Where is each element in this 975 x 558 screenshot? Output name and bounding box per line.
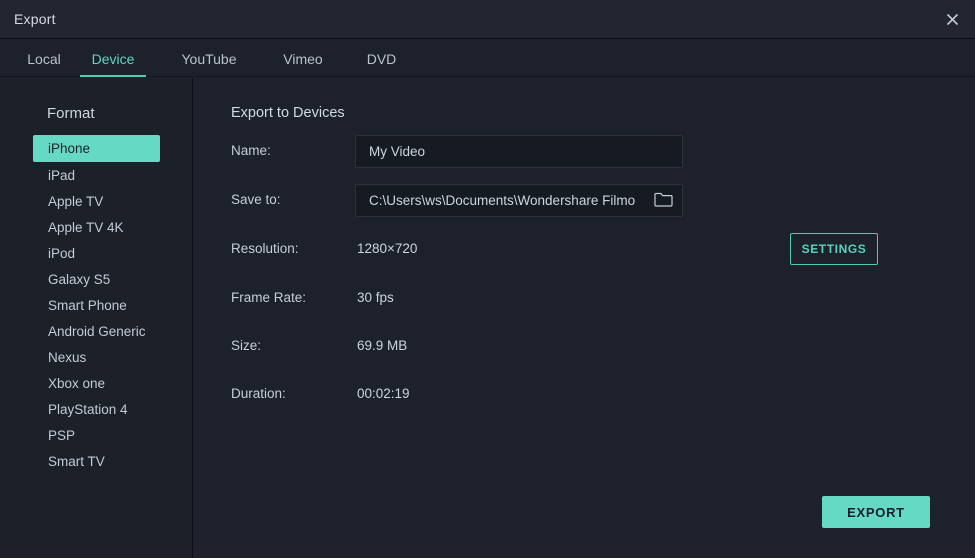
format-item-nexus[interactable]: Nexus [0,344,192,370]
format-item-xbox-one[interactable]: Xbox one [0,370,192,396]
tab-vimeo[interactable]: Vimeo [268,40,338,77]
size-label: Size: [231,338,261,353]
settings-button[interactable]: SETTINGS [790,233,878,265]
frame-rate-row: Frame Rate: 30 fps [194,282,975,316]
export-dialog: Export LocalDevice YouTube Vimeo DVD Format… [0,0,975,558]
format-item-android-generic[interactable]: Android Generic [0,318,192,344]
export-button[interactable]: EXPORT [822,496,930,528]
folder-icon[interactable] [654,191,674,210]
name-input-value: My Video [369,144,654,159]
format-list: iPhoneiPadApple TVApple TV 4KiPodGalaxy … [0,135,192,474]
save-to-input-value: C:\Users\ws\Documents\Wondershare Filmo [369,193,654,208]
tab-dvd[interactable]: DVD [352,40,411,77]
format-item-ipad[interactable]: iPad [0,162,192,188]
name-label: Name: [231,143,271,158]
close-icon[interactable] [929,0,975,38]
format-item-apple-tv[interactable]: Apple TV [0,188,192,214]
duration-row: Duration: 00:02:19 [194,378,975,412]
format-item-apple-tv-4k[interactable]: Apple TV 4K [0,214,192,240]
format-item-ipod[interactable]: iPod [0,240,192,266]
save-to-input[interactable]: C:\Users\ws\Documents\Wondershare Filmo [355,184,683,217]
size-row: Size: 69.9 MB [194,330,975,364]
resolution-row: Resolution: 1280×720 SETTINGS [194,233,975,267]
tab-youtube[interactable]: YouTube [168,40,250,77]
duration-value: 00:02:19 [357,386,410,401]
name-input[interactable]: My Video [355,135,683,168]
duration-label: Duration: [231,386,286,401]
name-row: Name: My Video [194,135,975,169]
format-item-smart-phone[interactable]: Smart Phone [0,292,192,318]
title-bar: Export [0,0,975,39]
frame-rate-label: Frame Rate: [231,290,306,305]
format-item-playstation-4[interactable]: PlayStation 4 [0,396,192,422]
save-to-label: Save to: [231,192,281,207]
save-to-row: Save to: C:\Users\ws\Documents\Wondersha… [194,184,975,218]
format-item-galaxy-s5[interactable]: Galaxy S5 [0,266,192,292]
panel-heading: Export to Devices [231,105,345,121]
format-item-psp[interactable]: PSP [0,422,192,448]
tab-bar: LocalDevice YouTube Vimeo DVD [0,40,975,77]
format-item-smart-tv[interactable]: Smart TV [0,448,192,474]
resolution-value: 1280×720 [357,241,417,256]
tab-device[interactable]: Device [79,40,147,77]
window-title: Export [14,11,56,27]
sidebar-title: Format [47,105,95,122]
tab-local[interactable]: Local [10,40,78,77]
main-panel: Export to Devices Name: My Video Save to… [194,78,975,558]
format-item-iphone[interactable]: iPhone [33,135,160,162]
resolution-label: Resolution: [231,241,299,256]
format-sidebar: Format iPhoneiPadApple TVApple TV 4KiPod… [0,78,193,558]
size-value: 69.9 MB [357,338,407,353]
frame-rate-value: 30 fps [357,290,394,305]
